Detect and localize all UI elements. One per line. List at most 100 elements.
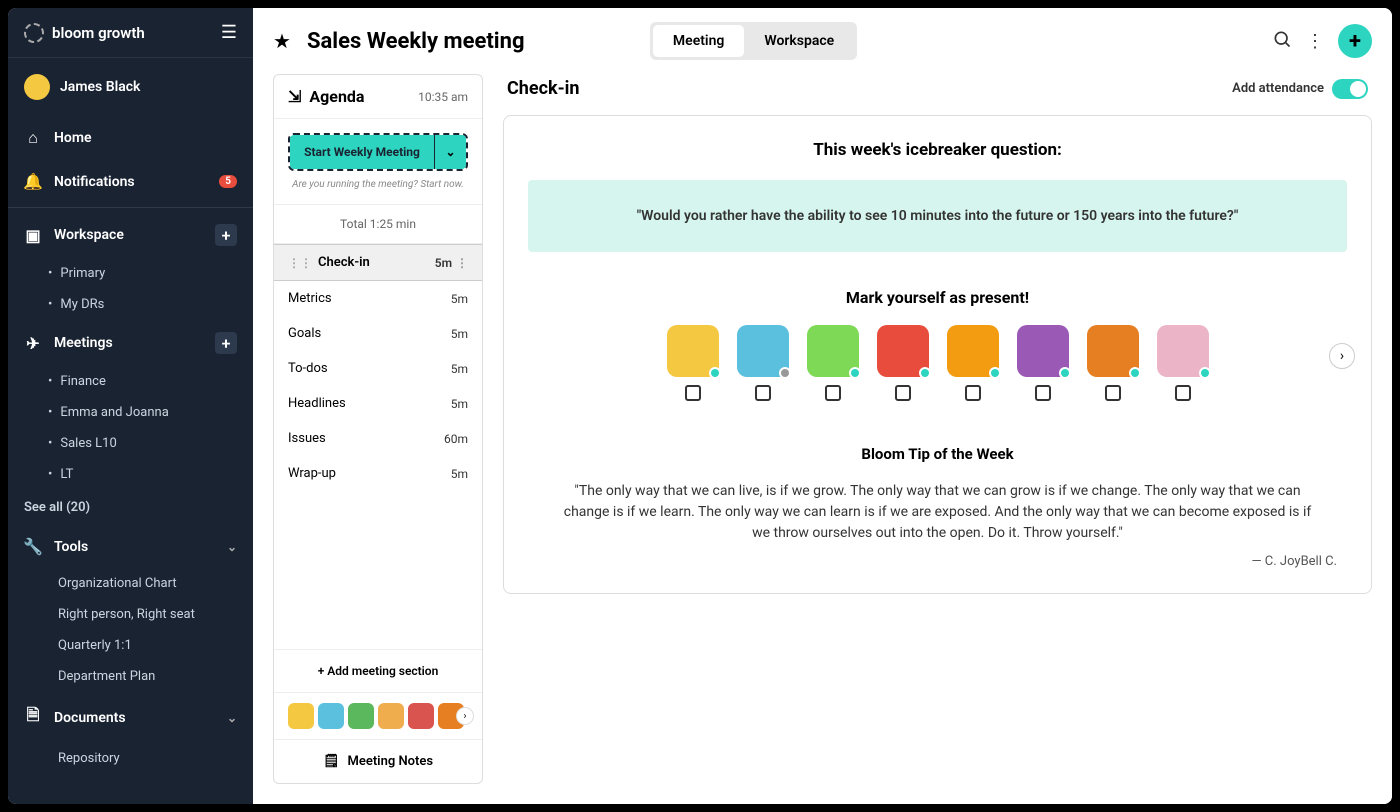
meetings-icon: ✈ [24, 334, 42, 353]
more-icon[interactable]: ⋮ [1306, 31, 1324, 52]
attendee-avatar[interactable] [947, 325, 999, 377]
tools-list: Organizational Chart Right person, Right… [8, 568, 253, 692]
present-heading: Mark yourself as present! [528, 288, 1347, 307]
start-meeting-button[interactable]: Start Weekly Meeting [290, 135, 434, 169]
documents-icon: 🗎 [24, 704, 42, 731]
attendee-checkbox[interactable] [755, 385, 771, 401]
notifications-badge: 5 [219, 175, 237, 188]
section-meetings[interactable]: ✈ Meetings + [8, 320, 253, 366]
attendee-avatar[interactable] [807, 325, 859, 377]
topbar: ★ Sales Weekly meeting Meeting Workspace… [253, 8, 1392, 74]
start-meeting-dropdown[interactable]: ⌄ [434, 135, 466, 169]
mini-avatars-next-icon[interactable]: › [456, 707, 474, 725]
agenda-item-more-icon[interactable]: ⋮ [456, 256, 468, 270]
agenda-item[interactable]: ⋮⋮Check-in5m⋮ [274, 244, 482, 281]
attendee-checkbox[interactable] [965, 385, 981, 401]
meetings-label: Meetings [54, 335, 113, 351]
tool-item[interactable]: Organizational Chart [8, 568, 253, 599]
mini-avatar[interactable] [378, 703, 404, 729]
attendee [807, 325, 859, 401]
nav-notifications[interactable]: 🔔 Notifications 5 [8, 160, 253, 203]
tip-heading: Bloom Tip of the Week [528, 445, 1347, 463]
agenda-item[interactable]: Wrap-up5m [274, 456, 482, 491]
mini-avatar[interactable] [408, 703, 434, 729]
icebreaker-question: "Would you rather have the ability to se… [528, 180, 1347, 252]
drag-handle-icon[interactable]: ⋮⋮ [288, 256, 312, 270]
attendee-avatar[interactable] [737, 325, 789, 377]
attendance-toggle[interactable] [1332, 79, 1368, 99]
mini-avatars-row: › [274, 692, 482, 739]
notes-icon: 🗒 [323, 754, 340, 769]
sidebar-collapse-icon[interactable]: ☰ [221, 22, 237, 43]
attendee-checkbox[interactable] [825, 385, 841, 401]
user-avatar-icon [24, 74, 50, 100]
star-icon[interactable]: ★ [273, 29, 291, 53]
attendee-avatar[interactable] [667, 325, 719, 377]
meetings-list: Finance Emma and Joanna Sales L10 LT [8, 366, 253, 490]
checkin-header: Check-in Add attendance [503, 74, 1372, 103]
document-item[interactable]: Repository [8, 743, 253, 774]
workspace-item[interactable]: Primary [48, 258, 253, 289]
meeting-item[interactable]: LT [48, 459, 253, 490]
agenda-item[interactable]: Metrics 5m [274, 281, 482, 316]
page-title: Sales Weekly meeting [307, 29, 525, 54]
tool-item[interactable]: Quarterly 1:1 [8, 630, 253, 661]
attendee-avatar[interactable] [1087, 325, 1139, 377]
attendee-checkbox[interactable] [1175, 385, 1191, 401]
brand[interactable]: bloom growth [24, 23, 145, 43]
see-all-meetings[interactable]: See all (20) [8, 490, 253, 525]
attendee-checkbox[interactable] [1105, 385, 1121, 401]
agenda-item-label: Metrics [288, 291, 332, 306]
agenda-list: ⋮⋮ Check-in 5m ⋮ Metrics 5m Goals5mTo-dos5mHea… [274, 244, 482, 649]
status-dot-icon [709, 367, 721, 379]
mini-avatar[interactable] [348, 703, 374, 729]
attendee [947, 325, 999, 401]
add-workspace-button[interactable]: + [215, 224, 237, 246]
agenda-time: 10:35 am [418, 90, 468, 104]
agenda-item-label: Check-in [318, 255, 370, 270]
attendees-next-icon[interactable]: › [1329, 343, 1355, 369]
meeting-item[interactable]: Finance [48, 366, 253, 397]
section-documents[interactable]: 🗎 Documents ⌄ [8, 692, 253, 743]
section-tools[interactable]: 🔧 Tools ⌄ [8, 525, 253, 568]
attendance-label: Add attendance [1232, 81, 1324, 96]
add-fab-button[interactable]: + [1338, 24, 1372, 58]
home-icon: ⌂ [24, 128, 42, 148]
attendee-checkbox[interactable] [895, 385, 911, 401]
tip-author: — C. JoyBell C. [528, 554, 1347, 569]
nav-home[interactable]: ⌂ Home [8, 116, 253, 160]
tool-item[interactable]: Department Plan [8, 661, 253, 692]
attendee-avatar[interactable] [877, 325, 929, 377]
status-dot-icon [779, 367, 791, 379]
agenda-item[interactable]: Goals5m [274, 316, 482, 351]
agenda-item[interactable]: To-dos5m [274, 351, 482, 386]
tab-workspace[interactable]: Workspace [744, 25, 854, 57]
meeting-item[interactable]: Sales L10 [48, 428, 253, 459]
mini-avatar[interactable] [318, 703, 344, 729]
tab-meeting[interactable]: Meeting [653, 25, 744, 57]
add-meeting-section-button[interactable]: + Add meeting section [274, 649, 482, 692]
agenda-item-duration: 5m [451, 292, 468, 306]
tool-item[interactable]: Right person, Right seat [8, 599, 253, 630]
meeting-notes-button[interactable]: 🗒 Meeting Notes [274, 739, 482, 783]
add-meeting-button[interactable]: + [215, 332, 237, 354]
attendee-avatar[interactable] [1157, 325, 1209, 377]
workspace-item[interactable]: My DRs [48, 289, 253, 320]
agenda-panel: ⇲ Agenda 10:35 am Start Weekly Meeting ⌄… [273, 74, 483, 784]
tools-icon: 🔧 [24, 537, 42, 556]
mini-avatar[interactable] [288, 703, 314, 729]
start-helper-text: Are you running the meeting? Start now. [288, 179, 468, 190]
meeting-item[interactable]: Emma and Joanna [48, 397, 253, 428]
search-icon[interactable] [1272, 29, 1292, 54]
attendee [737, 325, 789, 401]
attendee-checkbox[interactable] [685, 385, 701, 401]
agenda-item-duration: 5m [451, 467, 468, 481]
agenda-item[interactable]: Headlines5m [274, 386, 482, 421]
documents-list: Repository [8, 743, 253, 774]
agenda-item[interactable]: Issues60m [274, 421, 482, 456]
section-workspace[interactable]: ▣ Workspace + [8, 212, 253, 258]
attendee-avatar[interactable] [1017, 325, 1069, 377]
attendee-checkbox[interactable] [1035, 385, 1051, 401]
workspace-label: Workspace [54, 227, 124, 243]
user-row[interactable]: James Black [8, 58, 253, 116]
